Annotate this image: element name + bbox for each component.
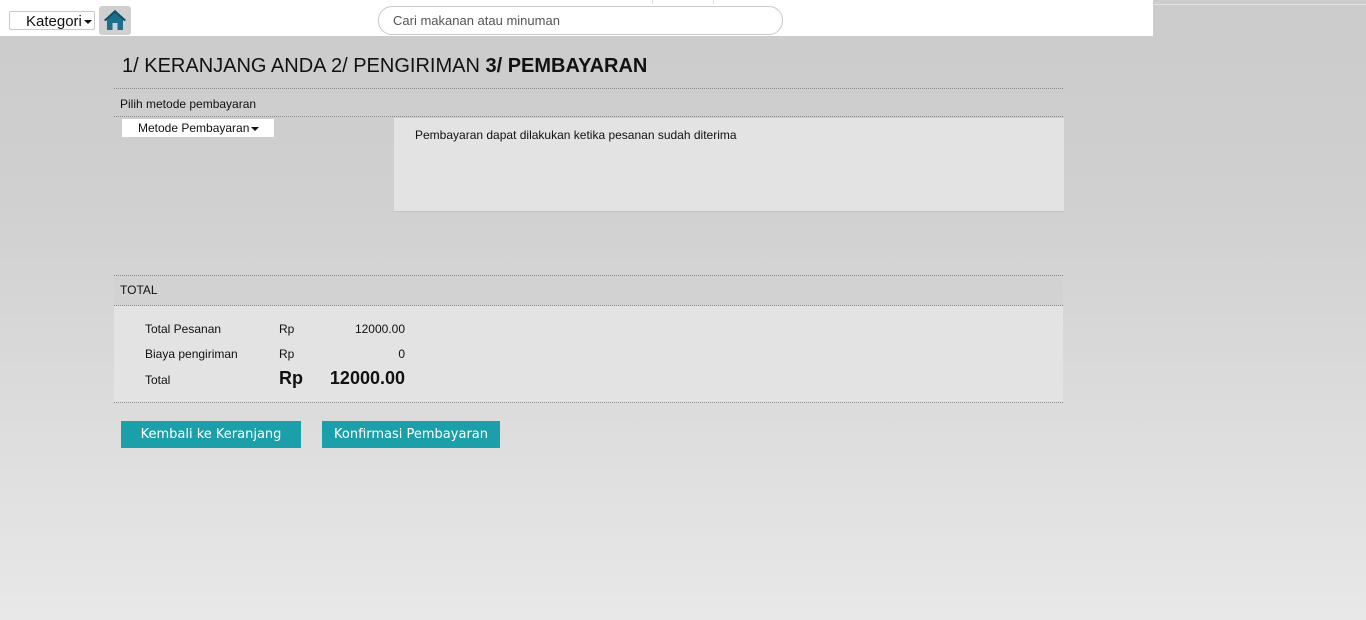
summary-value: 12000.00 — [354, 322, 405, 336]
divider — [114, 116, 1063, 117]
order-summary: Total Pesanan Rp 12000.00 Biaya pengirim… — [114, 306, 1063, 402]
divider — [114, 88, 1063, 89]
summary-currency: Rp — [279, 368, 303, 388]
home-button[interactable] — [99, 6, 131, 35]
search-input[interactable] — [378, 6, 783, 35]
step-shipping: 2/ PENGIRIMAN — [330, 55, 480, 77]
summary-value: 0 — [398, 347, 405, 361]
summary-currency: Rp — [279, 347, 295, 361]
payment-method-label: Metode Pembayaran — [138, 121, 250, 135]
tab-divider — [713, 0, 714, 4]
summary-label: Biaya pengiriman — [145, 347, 238, 361]
divider — [114, 402, 1063, 403]
summary-label: Total — [145, 373, 171, 387]
total-header: TOTAL — [114, 276, 1063, 305]
summary-total-value: 12000.00 — [329, 368, 405, 388]
payment-info-box: Pembayaran dapat dilakukan ketika pesana… — [394, 118, 1064, 212]
checkout-steps: 1/ KERANJANG ANDA 2/ PENGIRIMAN 3/ PEMBA… — [122, 55, 647, 78]
total-header-label: TOTAL — [120, 283, 158, 297]
category-dropdown-label: Kategori — [26, 13, 82, 30]
top-bar: Kategori — [0, 0, 1153, 36]
payment-section-label: Pilih metode pembayaran — [120, 97, 257, 111]
payment-method-dropdown[interactable]: Metode Pembayaran — [122, 119, 274, 137]
chevron-down-icon — [251, 126, 260, 131]
summary-currency: Rp — [279, 322, 295, 336]
category-dropdown[interactable]: Kategori — [9, 11, 95, 30]
chevron-down-icon — [83, 20, 92, 25]
back-to-cart-button[interactable]: Kembali ke Keranjang — [121, 421, 301, 448]
tab-divider — [652, 0, 653, 4]
home-icon — [104, 10, 126, 30]
summary-label: Total Pesanan — [145, 322, 222, 336]
step-cart: 1/ KERANJANG ANDA — [122, 55, 326, 77]
step-payment: 3/ PEMBAYARAN — [485, 55, 648, 77]
payment-info-text: Pembayaran dapat dilakukan ketika pesana… — [415, 128, 737, 142]
confirm-payment-button[interactable]: Konfirmasi Pembayaran — [322, 421, 500, 448]
